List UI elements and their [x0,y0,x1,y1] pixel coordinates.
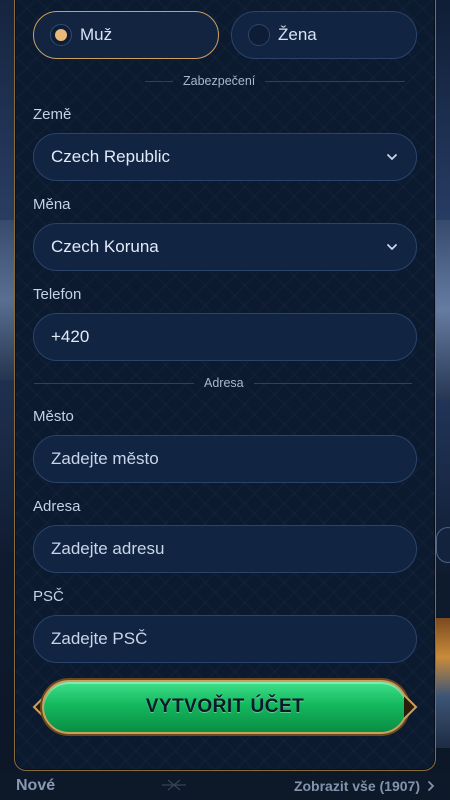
radio-selected-icon [50,24,72,46]
ornament-icon [162,779,186,791]
gender-option-male[interactable]: Muž [33,11,219,59]
currency-label: Měna [33,196,71,213]
game-thumbnail-partial[interactable] [434,618,450,748]
create-account-button-wrap: VYTVOŘIT ÚČET [32,678,418,736]
phone-input[interactable]: +420 [33,313,417,361]
radio-unselected-icon [248,24,270,46]
currency-value: Czech Koruna [51,237,159,256]
city-placeholder: Zadejte město [51,449,159,468]
carousel-arrow-partial[interactable] [436,527,450,563]
chevron-down-icon [387,154,397,160]
section-divider-security: Zabezpečení [145,74,406,88]
country-value: Czech Republic [51,147,171,166]
country-label: Země [33,106,72,123]
background-art-right [434,220,450,400]
phone-label: Telefon [33,286,82,303]
zip-input[interactable]: Zadejte PSČ [33,615,417,663]
address-input[interactable]: Zadejte adresu [33,525,417,573]
gender-option-female[interactable]: Žena [231,11,417,59]
country-select[interactable]: Czech Republic [33,133,417,181]
address-label: Adresa [33,498,81,515]
section-title-new: Nové [16,776,56,794]
phone-value: +420 [51,327,90,346]
bottom-section-bar: Nové Zobrazit vše (1907) [0,771,450,800]
city-input[interactable]: Zadejte město [33,435,417,483]
city-label: Město [33,408,74,425]
view-all-label: Zobrazit vše (1907) [293,777,420,794]
chevron-down-icon [387,244,397,250]
gender-male-label: Muž [80,25,113,44]
zip-placeholder: Zadejte PSČ [51,629,148,648]
currency-select[interactable]: Czech Koruna [33,223,417,271]
gender-female-label: Žena [278,25,317,44]
view-all-link[interactable]: Zobrazit vše (1907) [294,778,436,794]
chevron-right-icon [428,780,435,791]
zip-label: PSČ [33,588,64,605]
create-account-label: VYTVOŘIT ÚČET [145,696,305,717]
button-ornament-right-icon [403,695,418,719]
section-title-security: Zabezpečení [183,74,256,88]
section-divider-address: Adresa [34,376,412,390]
create-account-button[interactable]: VYTVOŘIT ÚČET [42,680,408,734]
section-title-address: Adresa [204,376,244,390]
address-placeholder: Zadejte adresu [51,539,165,558]
